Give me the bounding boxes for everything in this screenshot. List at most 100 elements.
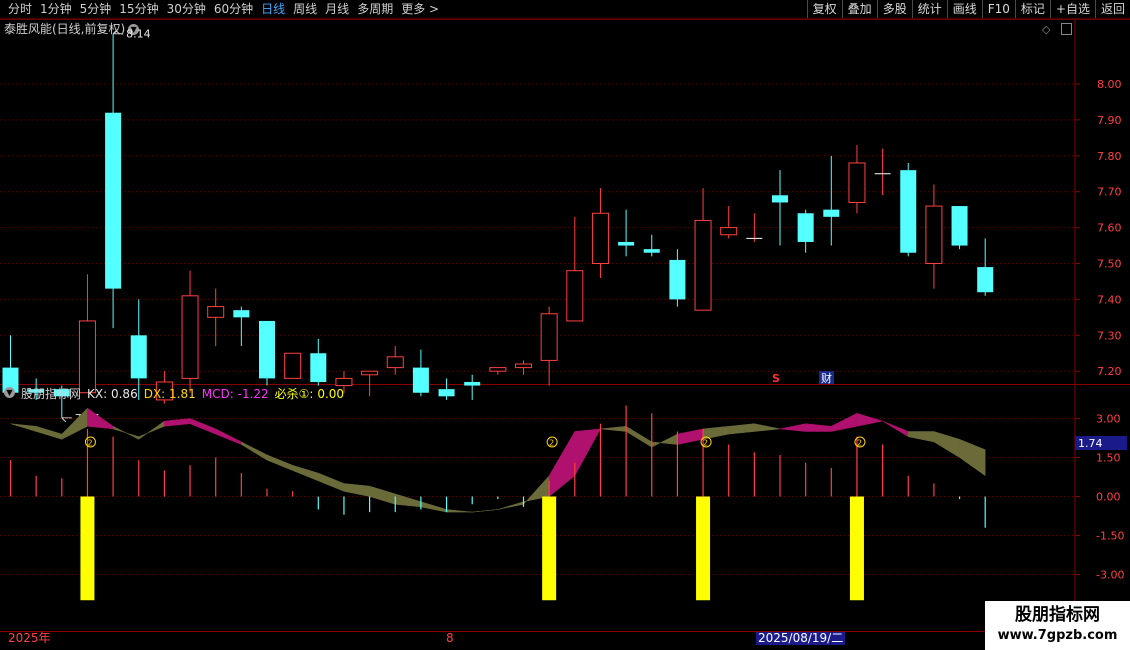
- candle-body-down: [772, 195, 788, 203]
- indicator-band-segment: [677, 428, 704, 445]
- signal-marker-glyph: 2: [87, 439, 92, 448]
- indicator-band-segment: [369, 485, 396, 505]
- candle-body-down: [233, 310, 250, 318]
- candle-body-up: [925, 205, 943, 264]
- indicator-band-segment: [446, 509, 473, 513]
- candle-body-down: [900, 170, 917, 253]
- bisha-reading: 必杀①: 0.00: [275, 387, 344, 401]
- candle-body-down: [310, 353, 327, 382]
- indicator-band-segment: [805, 423, 832, 432]
- indicator-band-segment: [189, 418, 216, 435]
- indicator-band-segment: [651, 433, 678, 448]
- cursor-date-label: 2025/08/19/二: [756, 631, 846, 645]
- cai-marker: 财: [821, 371, 832, 385]
- indicator-tick-label: -3.00: [1096, 569, 1124, 582]
- indicator-band-segment: [959, 438, 986, 477]
- candle-body-down: [643, 249, 660, 253]
- mcd-value: -1.22: [237, 387, 269, 401]
- indicator-band-segment: [420, 501, 447, 513]
- indicator-band-segment: [138, 420, 165, 440]
- candle-body-down: [259, 320, 275, 379]
- indicator-band-segment: [831, 412, 858, 432]
- time-axis: 2025年 8 2025/08/19/二: [0, 631, 985, 646]
- candle-body-up: [720, 227, 738, 236]
- s-marker: S: [772, 372, 780, 385]
- indicator-band-segment: [343, 483, 370, 497]
- candle-body-up: [848, 162, 866, 203]
- dx-value: 1.81: [169, 387, 196, 401]
- mcd-reading: MCD: -1.22: [202, 387, 269, 401]
- candle-body-down: [977, 267, 994, 293]
- price-tick-label: 7.20: [1097, 365, 1122, 378]
- signal-marker-glyph: 2: [703, 439, 708, 448]
- signal-marker-glyph: 2: [549, 439, 554, 448]
- candle-body-up: [386, 356, 404, 369]
- candle-body-up: [540, 313, 558, 361]
- indicator-dropdown-icon[interactable]: ▼: [4, 387, 15, 398]
- indicator-name: 股朋指标网: [21, 387, 82, 401]
- watermark-url: www.7gpzb.com: [997, 628, 1118, 643]
- indicator-band-segment: [754, 423, 781, 432]
- candle-body-down: [951, 206, 968, 246]
- candle-body-up: [694, 219, 712, 311]
- indicator-band-segment: [241, 441, 268, 461]
- bisha-signal-bar: [849, 496, 864, 601]
- price-tick-label: 7.40: [1097, 293, 1122, 306]
- indicator-band-segment: [112, 425, 139, 440]
- price-tick-label: 7.70: [1097, 186, 1122, 199]
- indicator-band-segment: [318, 472, 345, 492]
- candle-body-down: [464, 381, 481, 386]
- indicator-band-segment: [35, 425, 63, 440]
- indicator-band-segment: [728, 423, 755, 435]
- kx-value: 0.86: [110, 387, 138, 401]
- kx-label: KX:: [87, 387, 108, 401]
- price-tick-label: 7.80: [1097, 150, 1122, 163]
- kx-reading: KX: 0.86: [87, 387, 138, 401]
- candle-body-up: [207, 306, 225, 318]
- indicator-tick-label: 1.50: [1096, 452, 1121, 465]
- indicator-band-segment: [472, 509, 498, 513]
- dx-reading: DX: 1.81: [144, 387, 196, 401]
- mcd-label: MCD:: [201, 387, 234, 401]
- indicator-tick-label: 0.00: [1096, 491, 1121, 504]
- indicator-band-segment: [856, 412, 883, 427]
- indicator-band-segment: [10, 423, 37, 432]
- kline-chart[interactable]: 8.00 7.90 7.80 7.70 7.60 7.50 7.40 7.30 7.20 8.14…: [0, 0, 1130, 650]
- indicator-band-segment: [600, 426, 627, 432]
- candle-body-down: [130, 335, 147, 379]
- low-marker-arrow: [61, 417, 72, 423]
- price-tick-label: 7.30: [1097, 329, 1122, 342]
- candle-body-up: [566, 270, 584, 322]
- bisha-signal-bar: [696, 496, 711, 601]
- current-value-tag: 1.74: [1078, 437, 1103, 450]
- candle-body-down: [105, 112, 122, 289]
- candle-body-up: [591, 212, 609, 265]
- candle-body-down: [823, 209, 840, 217]
- high-price-label: 8.14: [126, 28, 151, 41]
- candle-body-up: [361, 370, 379, 376]
- watermark-title: 股朋指标网: [1015, 605, 1100, 625]
- price-tick-label: 7.60: [1097, 222, 1122, 235]
- candle-body-up: [489, 367, 507, 372]
- candle-body-down: [618, 241, 635, 246]
- candle-body-up: [181, 295, 199, 379]
- indicator-band-segment: [625, 425, 652, 448]
- candle-body-up: [335, 377, 353, 387]
- price-tick-label: 8.00: [1097, 78, 1122, 91]
- dx-label: DX:: [143, 387, 166, 401]
- bisha-label: 必杀①:: [274, 387, 314, 401]
- indicator-band-segment: [908, 431, 935, 443]
- year-label: 2025年: [8, 631, 51, 645]
- site-watermark: 股朋指标网 www.7gpzb.com: [985, 601, 1130, 650]
- indicator-band-segment: [292, 464, 319, 482]
- bisha-signal-bar: [80, 496, 95, 601]
- candle-body-down: [797, 213, 814, 242]
- month-label: 8: [446, 631, 454, 645]
- price-tick-label: 7.90: [1097, 114, 1122, 127]
- indicator-band-segment: [882, 420, 909, 438]
- candle-body-down: [438, 389, 455, 397]
- signal-marker-glyph: 2: [857, 439, 862, 448]
- indicator-band-segment: [779, 423, 806, 432]
- indicator-band-segment: [933, 431, 960, 458]
- bisha-signal-bar: [542, 496, 557, 601]
